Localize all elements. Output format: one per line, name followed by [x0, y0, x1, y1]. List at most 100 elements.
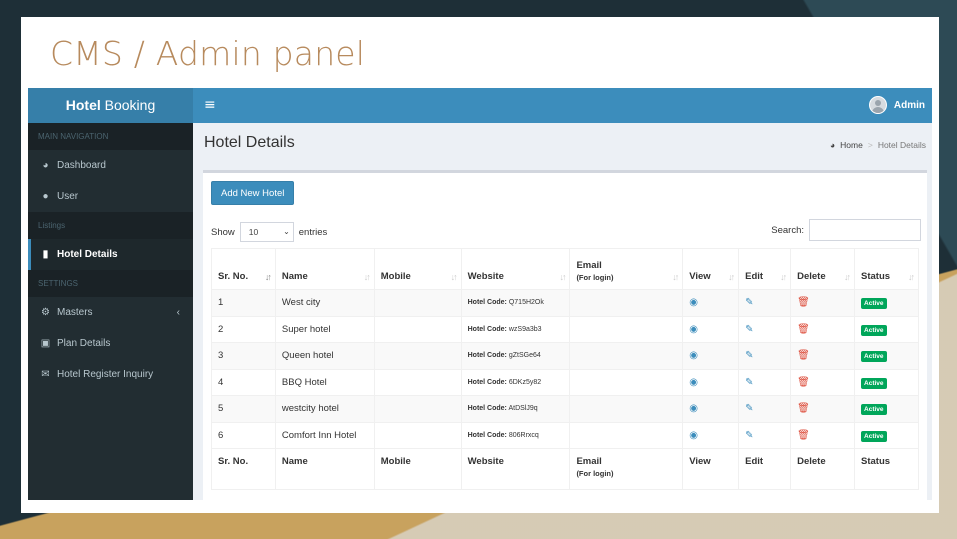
- sidebar-item-hotel-details[interactable]: ▮ Hotel Details: [28, 239, 193, 270]
- edit-icon[interactable]: ✎: [745, 377, 753, 388]
- status-badge[interactable]: Active: [861, 351, 887, 363]
- dashboard-icon: ◕: [42, 160, 49, 171]
- column-header-email[interactable]: Email (For login) ↓↑: [569, 248, 684, 290]
- edit-icon[interactable]: ✎: [745, 324, 753, 335]
- cell-view: ◉: [682, 342, 740, 370]
- add-new-hotel-button[interactable]: Add New Hotel: [211, 181, 295, 205]
- slide-card: CMS / Admin panel Hotel Booking ≡ Admin …: [21, 17, 939, 513]
- cell-website: Hotel Code: gZtSGe64: [460, 342, 571, 370]
- cell-view: ◉: [682, 289, 740, 317]
- edit-icon[interactable]: ✎: [745, 430, 753, 441]
- cell-delete: 🗑: [790, 342, 856, 370]
- cell-mobile: [373, 342, 462, 370]
- footer-sr-no: Sr. No.: [211, 448, 276, 490]
- entries-select[interactable]: 10 ⌄: [239, 222, 294, 242]
- sidebar-item-user[interactable]: ● User: [28, 181, 193, 212]
- entries-value: 10: [248, 227, 259, 237]
- eye-icon[interactable]: ◉: [689, 350, 698, 361]
- footer-name: Name: [274, 448, 375, 490]
- column-header-sr-no[interactable]: Sr. No. ↓↑: [211, 248, 276, 290]
- footer-delete: Delete: [790, 448, 856, 490]
- cell-website: Hotel Code: AtDSlJ9q: [460, 395, 571, 423]
- hamburger-icon[interactable]: ≡: [204, 97, 216, 113]
- show-label: Show: [211, 226, 235, 238]
- sidebar-item-label: User: [57, 191, 79, 202]
- cell-name: Super hotel: [274, 315, 375, 343]
- entries-length-control: Show 10 ⌄ entries: [211, 222, 327, 242]
- edit-icon[interactable]: ✎: [745, 403, 753, 414]
- edit-icon[interactable]: ✎: [745, 297, 753, 308]
- cell-email: [569, 368, 684, 396]
- sidebar-header-settings: SETTINGS: [28, 270, 193, 297]
- money-icon: ▣: [40, 338, 51, 349]
- cell-sr: 6: [211, 421, 276, 449]
- cell-status: Active: [854, 395, 919, 423]
- cell-name: Comfort Inn Hotel: [274, 421, 375, 449]
- main-content: Hotel Details ◕ Home > Hotel Details Add…: [193, 123, 932, 500]
- column-header-delete[interactable]: Delete ↓↑: [790, 248, 856, 290]
- breadcrumb-home[interactable]: Home: [840, 140, 863, 150]
- cell-edit: ✎: [738, 368, 792, 396]
- status-badge[interactable]: Active: [861, 404, 887, 416]
- sidebar-item-label: Hotel Register Inquiry: [57, 369, 154, 380]
- trash-icon[interactable]: 🗑: [797, 324, 810, 335]
- dashboard-icon: ◕: [830, 140, 836, 150]
- cell-sr: 1: [211, 289, 276, 317]
- cell-status: Active: [854, 342, 919, 370]
- avatar: [868, 96, 887, 114]
- chevron-down-icon: ⌄: [283, 227, 290, 236]
- footer-status: Status: [854, 448, 919, 490]
- status-badge[interactable]: Active: [861, 324, 887, 336]
- user-menu[interactable]: Admin: [868, 96, 925, 114]
- sort-icon: ↓↑: [728, 272, 735, 282]
- trash-icon[interactable]: 🗑: [797, 377, 810, 388]
- cell-website: Hotel Code: 806Rrxcq: [460, 421, 571, 449]
- eye-icon[interactable]: ◉: [689, 324, 698, 335]
- trash-icon[interactable]: 🗑: [797, 430, 810, 441]
- cell-delete: 🗑: [790, 315, 856, 343]
- table-row: 4 BBQ Hotel Hotel Code: 6DKz5y82 ◉ ✎ 🗑 A…: [211, 368, 919, 396]
- table-row: 6 Comfort Inn Hotel Hotel Code: 806Rrxcq…: [211, 421, 919, 449]
- cell-name: westcity hotel: [274, 395, 375, 423]
- column-header-view[interactable]: View ↓↑: [682, 248, 740, 290]
- status-badge[interactable]: Active: [861, 430, 887, 442]
- footer-mobile: Mobile: [373, 448, 462, 490]
- table-search: Search:: [771, 219, 921, 241]
- sidebar-item-plan-details[interactable]: ▣ Plan Details: [28, 328, 193, 359]
- column-header-status[interactable]: Status ↓↑: [854, 248, 919, 290]
- brand-rest: Booking: [100, 97, 156, 113]
- sidebar-item-dashboard[interactable]: ◕ Dashboard: [28, 150, 193, 181]
- envelope-icon: ✉: [41, 369, 50, 380]
- table-body: 1 West city Hotel Code: Q715H2Ok ◉ ✎ 🗑 A…: [211, 289, 919, 449]
- sort-icon: ↓↑: [450, 272, 458, 282]
- status-badge[interactable]: Active: [861, 298, 887, 310]
- eye-icon[interactable]: ◉: [689, 403, 698, 414]
- sidebar-item-label: Hotel Details: [57, 249, 118, 260]
- status-badge[interactable]: Active: [861, 377, 887, 389]
- sidebar-item-label: Plan Details: [57, 338, 111, 349]
- column-header-name[interactable]: Name ↓↑: [274, 248, 375, 290]
- footer-edit: Edit: [738, 448, 792, 490]
- building-icon: ▮: [42, 249, 49, 260]
- sidebar-item-masters[interactable]: ⚙ Masters ‹: [28, 297, 193, 328]
- brand-logo[interactable]: Hotel Booking: [28, 88, 193, 123]
- edit-icon[interactable]: ✎: [745, 350, 753, 361]
- column-header-edit[interactable]: Edit ↓↑: [738, 248, 792, 290]
- eye-icon[interactable]: ◉: [689, 377, 698, 388]
- trash-icon[interactable]: 🗑: [797, 350, 810, 361]
- cell-email: [569, 342, 684, 370]
- trash-icon[interactable]: 🗑: [797, 403, 810, 414]
- trash-icon[interactable]: 🗑: [797, 297, 810, 308]
- cell-name: West city: [274, 289, 375, 317]
- page-title: Hotel Details: [204, 134, 295, 151]
- column-header-mobile[interactable]: Mobile ↓↑: [373, 248, 462, 290]
- eye-icon[interactable]: ◉: [689, 297, 698, 308]
- cell-name: Queen hotel: [274, 342, 375, 370]
- breadcrumb-current: Hotel Details: [877, 140, 926, 150]
- sort-icon: ↓↑: [780, 272, 787, 282]
- column-header-website[interactable]: Website ↓↑: [460, 248, 571, 290]
- search-input[interactable]: [809, 219, 921, 241]
- eye-icon[interactable]: ◉: [689, 430, 698, 441]
- sidebar-item-hotel-register-inquiry[interactable]: ✉ Hotel Register Inquiry: [28, 359, 193, 390]
- hotel-table-box: Add New Hotel Show 10 ⌄ entries Search:: [203, 170, 927, 500]
